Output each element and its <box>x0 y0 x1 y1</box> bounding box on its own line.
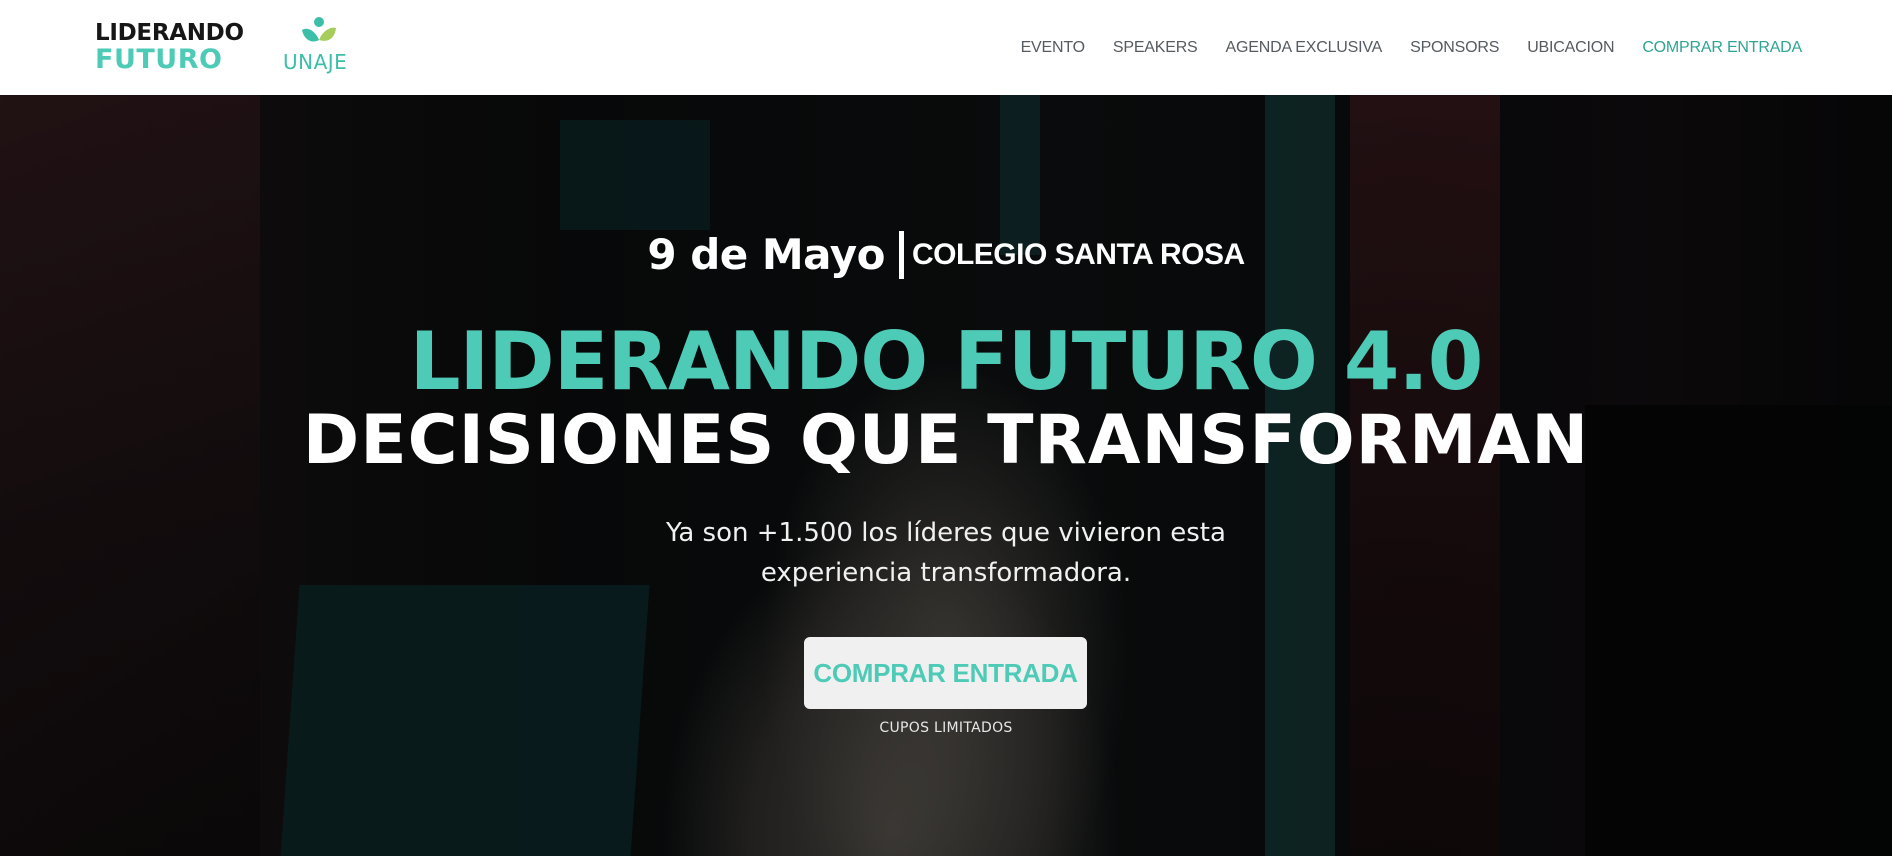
main-nav: EVENTO SPEAKERS AGENDA EXCLUSIVA SPONSOR… <box>993 0 1803 95</box>
unaje-logo-text: UNAJE <box>283 50 348 74</box>
event-venue: COLEGIO SANTA ROSA <box>911 237 1245 271</box>
nav-evento[interactable]: EVENTO <box>1021 39 1086 57</box>
hero-content: 9 de Mayo COLEGIO SANTA ROSA LIDERANDO F… <box>0 95 1892 856</box>
liderando-futuro-logo[interactable]: LIDERANDO FUTURO <box>95 20 245 74</box>
nav-speakers[interactable]: SPEAKERS <box>1113 39 1198 57</box>
limited-spots-note: CUPOS LIMITADOS <box>879 720 1013 736</box>
nav-comprar-entrada[interactable]: COMPRAR ENTRADA <box>1642 39 1802 57</box>
nav-ubicacion[interactable]: UBICACION <box>1527 39 1614 57</box>
unaje-logo[interactable]: UNAJE <box>280 16 360 76</box>
hero-blurb: Ya son +1.500 los líderes que vivieron e… <box>0 513 1892 593</box>
event-date: 9 de Mayo <box>647 230 885 279</box>
site-header: LIDERANDO FUTURO UNAJE EVENTO SPEAKERS A… <box>0 0 1892 95</box>
nav-agenda-exclusiva[interactable]: AGENDA EXCLUSIVA <box>1226 39 1383 57</box>
hero-blurb-line-2: experiencia transformadora. <box>760 558 1132 588</box>
logo-line-1: LIDERANDO <box>95 20 244 46</box>
hero-subtitle: DECISIONES QUE TRANSFORMAN <box>302 401 1590 480</box>
nav-sponsors[interactable]: SPONSORS <box>1410 39 1499 57</box>
hero-section: 9 de Mayo COLEGIO SANTA ROSA LIDERANDO F… <box>0 95 1892 856</box>
hero-title: LIDERANDO FUTURO 4.0 <box>409 315 1484 408</box>
logo-line-2: FUTURO <box>95 44 223 75</box>
buy-ticket-button[interactable]: COMPRAR ENTRADA <box>804 637 1087 709</box>
divider <box>898 230 904 279</box>
hero-blurb-line-1: Ya son +1.500 los líderes que vivieron e… <box>666 518 1226 548</box>
event-date-venue: 9 de Mayo COLEGIO SANTA ROSA <box>0 230 1892 279</box>
unaje-leaf-icon <box>302 17 336 42</box>
